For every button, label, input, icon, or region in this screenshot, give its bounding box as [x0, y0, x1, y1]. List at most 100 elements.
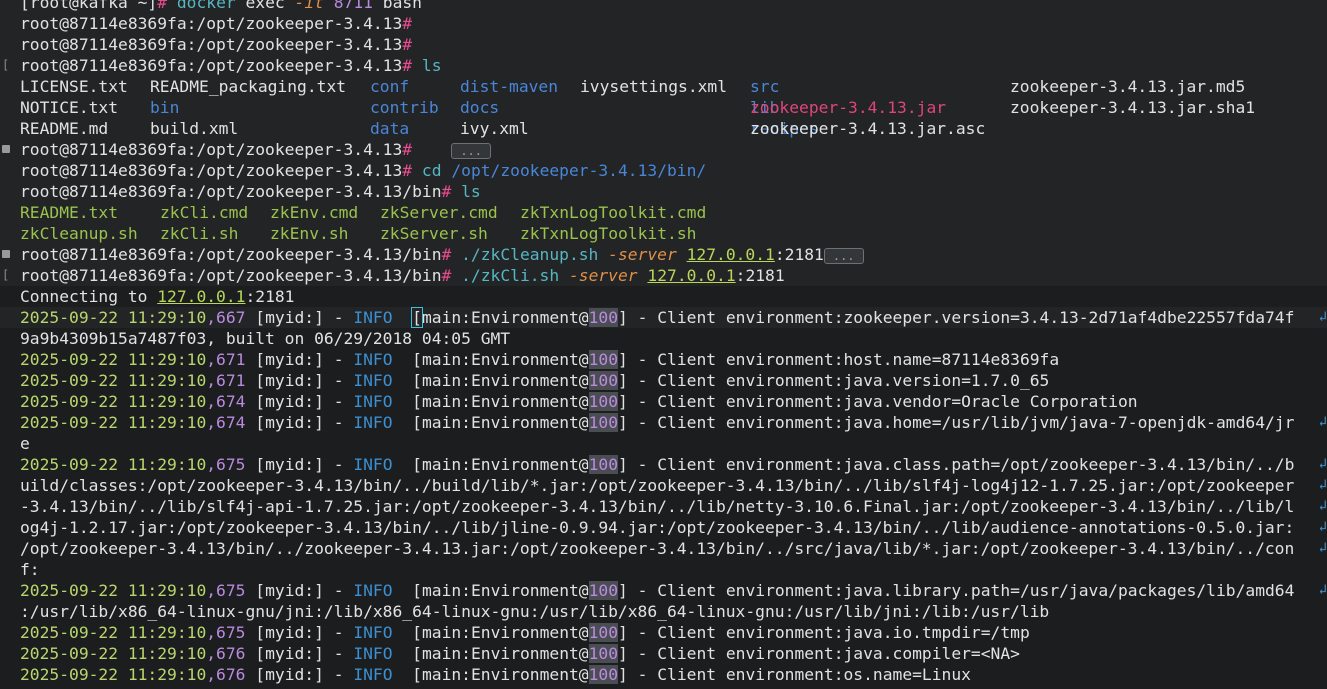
- shell-prompt: root@87114e8369fa:/opt/zookeeper-3.4.13: [20, 140, 403, 159]
- bracket: [: [412, 644, 422, 663]
- collapsed-output-button[interactable]: ...: [451, 142, 492, 159]
- fold-marker-icon[interactable]: [2, 145, 10, 153]
- log-continuation: uild/classes:/opt/zookeeper-3.4.13/bin/.…: [0, 475, 1327, 496]
- prompt-hash: #: [402, 35, 413, 54]
- log-level: INFO: [353, 644, 393, 663]
- ls-output-row: README.md build.xml data ivy.xml recipes zook…: [0, 118, 1327, 139]
- shell-prompt: root@87114e8369fa:/opt/zookeeper-3.4.13/…: [20, 245, 442, 264]
- log-client: - Client environment:: [627, 665, 844, 684]
- line-wrap-icon: ↲: [1318, 414, 1327, 430]
- log-message: 9a9b4309b15a7487f03, built on 06/29/2018…: [20, 329, 511, 348]
- log-continuation: e: [0, 433, 1327, 454]
- file-entry: zookeeper-3.4.13.jar: [750, 98, 947, 117]
- gutter-mark-icon[interactable]: [: [2, 265, 9, 286]
- prompt-hash: #: [402, 161, 413, 180]
- log-message: java.version=1.7.0_65: [843, 371, 1050, 390]
- prompt-hash: #: [402, 56, 413, 75]
- file-entry: README.txt: [20, 203, 119, 222]
- log-timestamp: 2025-09-22 11:29:10: [20, 413, 207, 432]
- log-line-number: 100: [588, 455, 619, 474]
- bracket: [: [412, 623, 422, 642]
- file-entry: zkTxnLogToolkit.cmd: [520, 203, 707, 222]
- file-entry: NOTICE.txt: [20, 98, 119, 117]
- bracket: ]: [618, 308, 628, 327]
- log-message: f:: [20, 560, 40, 579]
- bracket: ]: [618, 644, 628, 663]
- log-thread: main:Environment@: [421, 308, 589, 327]
- log-thread: main:Environment@: [421, 644, 589, 663]
- log-millis: ,674: [206, 392, 246, 411]
- server-port: :2181: [774, 245, 824, 264]
- log-thread: main:Environment@: [421, 350, 589, 369]
- log-continuation: 9a9b4309b15a7487f03, built on 06/29/2018…: [0, 328, 1327, 349]
- log-continuation: -3.4.13/bin/../lib/slf4j-api-1.7.25.jar:…: [0, 496, 1327, 517]
- gutter-mark-icon[interactable]: [: [2, 55, 9, 76]
- file-entry: zkCli.cmd: [160, 203, 249, 222]
- ls-output-row: README.txt zkCli.cmd zkEnv.cmd zkServer.cmd…: [0, 202, 1327, 223]
- log-client: - Client environment:: [627, 350, 844, 369]
- log-line-number: 100: [588, 392, 619, 411]
- log-level: INFO: [353, 350, 393, 369]
- command-line: root@87114e8369fa:/opt/zookeeper-3.4.13#: [0, 34, 1327, 55]
- file-entry: conf: [370, 77, 410, 96]
- log-line: 2025-09-22 11:29:10,671 [myid:] - INFO […: [0, 370, 1327, 391]
- log-client: - Client environment:: [627, 455, 844, 474]
- file-entry: zkTxnLogToolkit.sh: [520, 224, 697, 243]
- terminal-window[interactable]: [root@kafka ~]# docker exec -it 8711 bas…: [0, 0, 1327, 689]
- server-ip: 127.0.0.1: [157, 287, 246, 306]
- bracket: [: [412, 392, 422, 411]
- log-message: e: [20, 434, 30, 453]
- log-line: 2025-09-22 11:29:10,675 [myid:] - INFO […: [0, 454, 1327, 475]
- command-line: root@87114e8369fa:/opt/zookeeper-3.4.13/…: [0, 181, 1327, 202]
- command-line: root@87114e8369fa:/opt/zookeeper-3.4.13/…: [0, 244, 1327, 265]
- log-myid: [myid:]: [255, 644, 324, 663]
- log-message: java.home=/usr/lib/jvm/java-7-openjdk-am…: [843, 413, 1295, 432]
- log-myid: [myid:]: [255, 581, 324, 600]
- server-ip: 127.0.0.1: [647, 266, 736, 285]
- command-flag: -server: [608, 245, 677, 264]
- bracket: ]: [618, 413, 628, 432]
- log-message: os.name=Linux: [843, 665, 971, 684]
- file-entry: docs: [460, 98, 500, 117]
- line-wrap-icon: ↲: [1318, 498, 1327, 514]
- file-entry: README.md: [20, 119, 109, 138]
- log-line: 2025-09-22 11:29:10,675 [myid:] - INFO […: [0, 580, 1327, 601]
- command-line: [ root@87114e8369fa:/opt/zookeeper-3.4.13…: [0, 55, 1327, 76]
- ls-output-row: LICENSE.txt README_packaging.txt conf dist-…: [0, 76, 1327, 97]
- log-dash: -: [323, 392, 354, 411]
- log-timestamp: 2025-09-22 11:29:10: [20, 665, 207, 684]
- log-millis: ,676: [206, 644, 246, 663]
- file-entry: data: [370, 119, 410, 138]
- log-message: uild/classes:/opt/zookeeper-3.4.13/bin/.…: [20, 476, 1295, 495]
- log-level: INFO: [353, 581, 393, 600]
- log-client: - Client environment:: [627, 623, 844, 642]
- shell-prompt: root@87114e8369fa:/opt/zookeeper-3.4.13: [20, 56, 403, 75]
- log-dash: -: [323, 581, 354, 600]
- log-timestamp: 2025-09-22 11:29:10: [20, 371, 207, 390]
- collapsed-output-button[interactable]: ...: [823, 247, 864, 264]
- log-message: java.vendor=Oracle Corporation: [843, 392, 1138, 411]
- log-line: 2025-09-22 11:29:10,667 [myid:] - INFO […: [0, 307, 1327, 328]
- log-timestamp: 2025-09-22 11:29:10: [20, 350, 207, 369]
- bracket: ]: [618, 665, 628, 684]
- fold-marker-icon[interactable]: [2, 250, 10, 258]
- log-dash: -: [323, 350, 354, 369]
- line-wrap-icon: ↲: [1318, 519, 1327, 535]
- log-myid: [myid:]: [255, 392, 324, 411]
- command-path: /opt/zookeeper-3.4.13/bin/: [451, 161, 707, 180]
- log-client: - Client environment:: [627, 392, 844, 411]
